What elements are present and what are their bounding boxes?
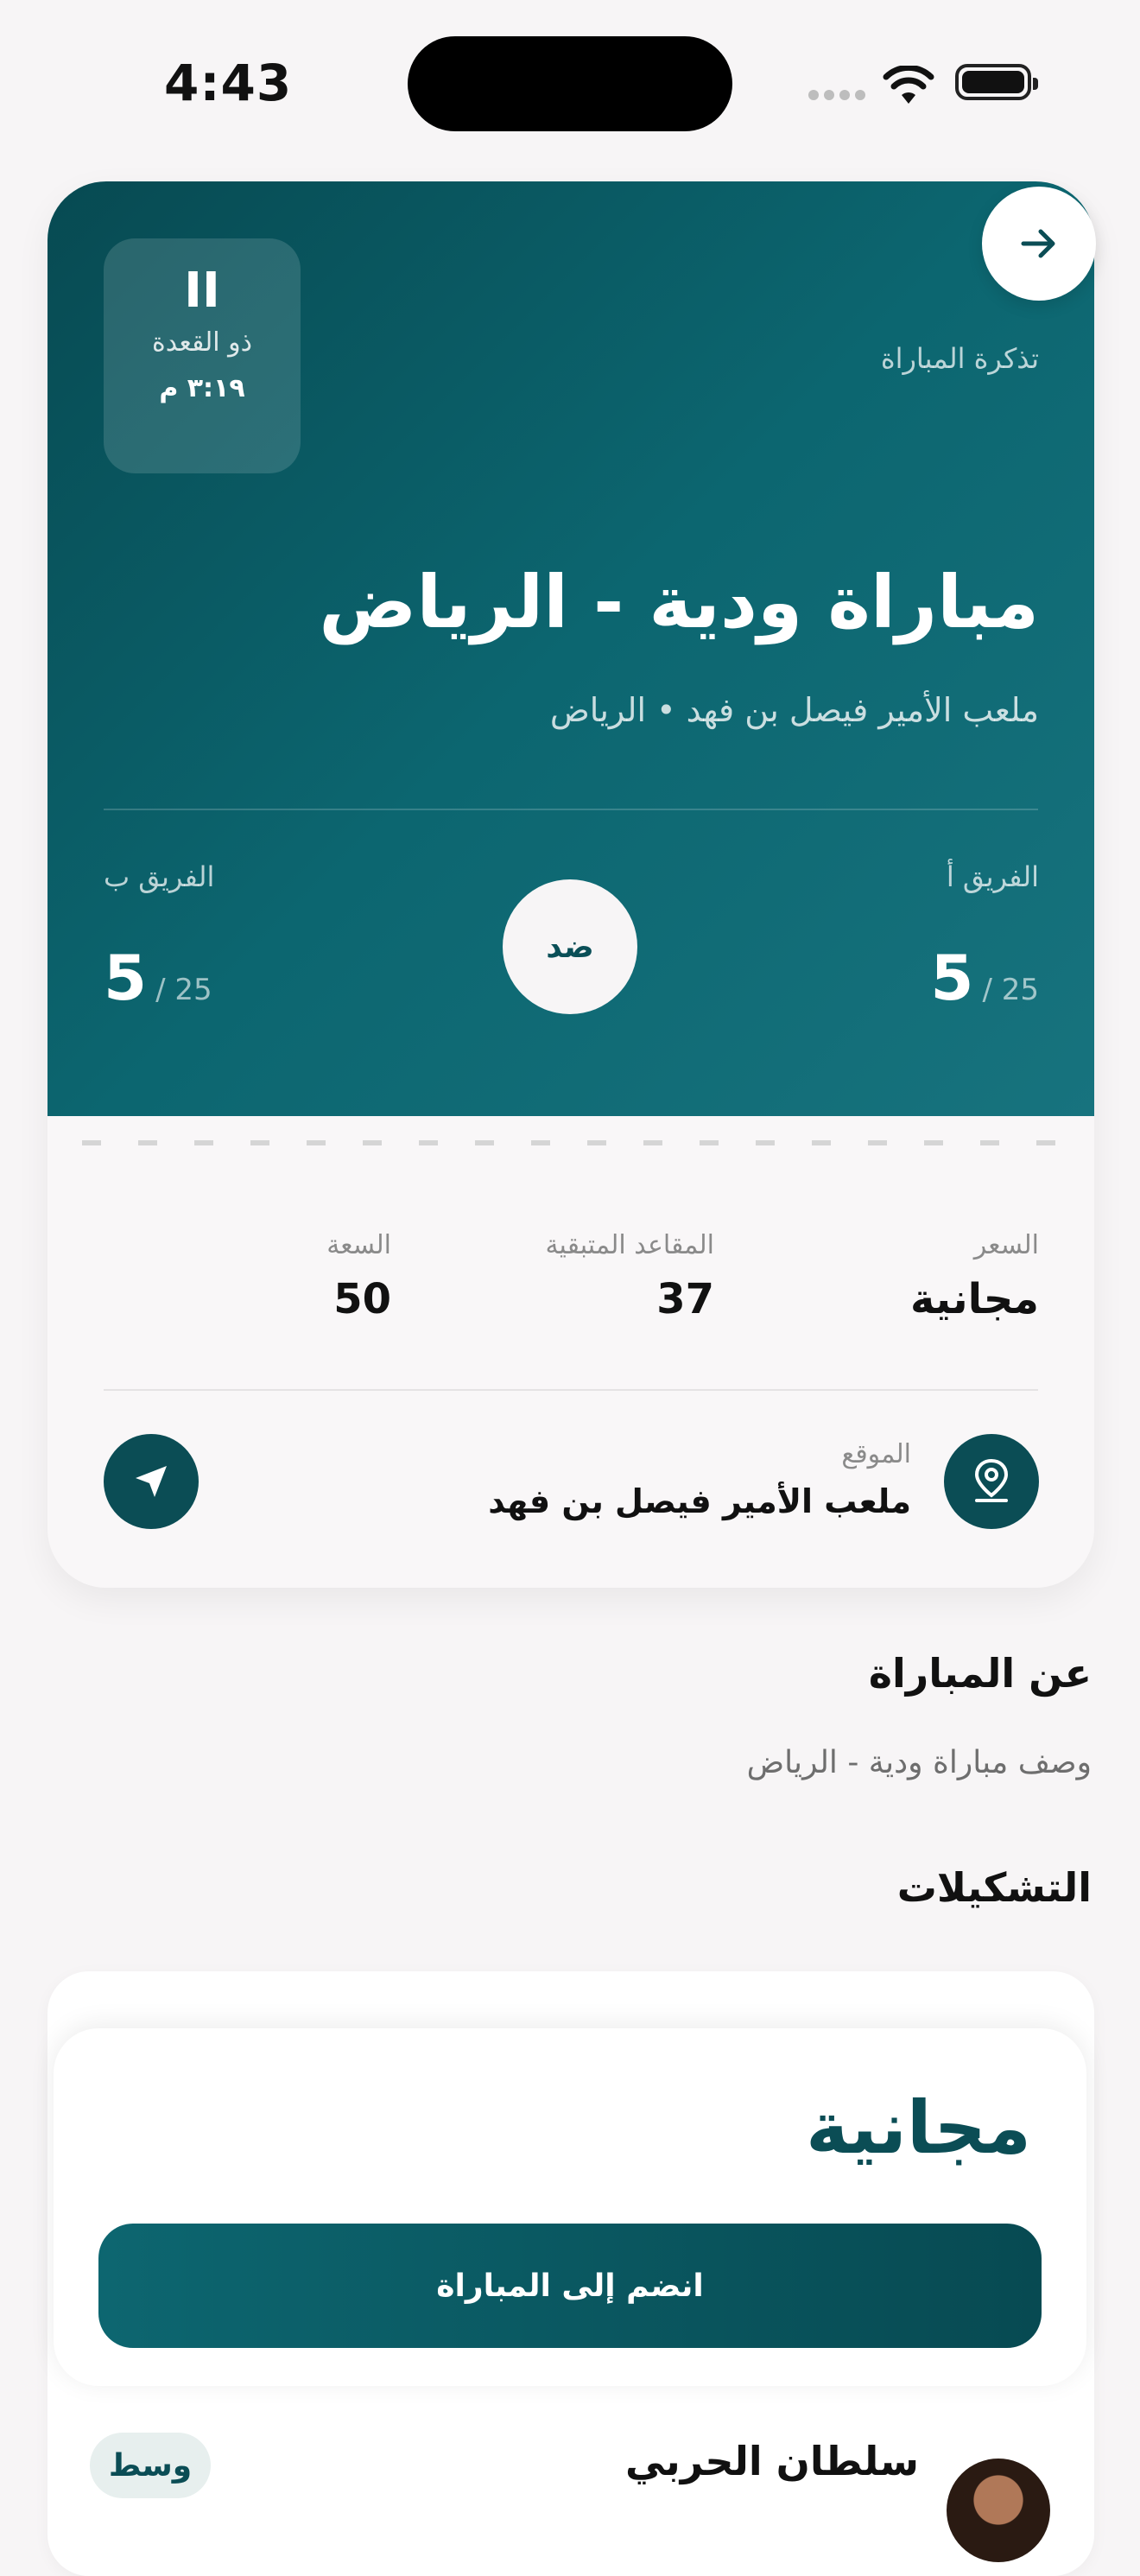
- capacity-value: 50: [333, 1275, 391, 1323]
- about-section-title: عن المباراة: [868, 1650, 1092, 1697]
- team-b-max: / 25: [155, 973, 212, 1007]
- match-title: مباراة ودية - الرياض: [319, 560, 1039, 644]
- date-month: ذو القعدة: [152, 327, 252, 358]
- match-ticket-card: II ذو القعدة ٣:١٩ م تذكرة المباراة مبارا…: [48, 181, 1094, 1588]
- team-a-count: 5 / 25: [930, 942, 1039, 1014]
- location-value: ملعب الأمير فيصل بن فهد: [488, 1482, 911, 1520]
- versus-badge: ضد: [503, 879, 637, 1014]
- location-pin-icon: [944, 1434, 1039, 1529]
- join-match-button[interactable]: انضم إلى المباراة: [98, 2224, 1042, 2348]
- team-b-players: 5: [104, 942, 148, 1014]
- team-b-count: 5 / 25: [104, 942, 212, 1014]
- match-venue-subtitle: ملعب الأمير فيصل بن فهد • الرياض: [549, 691, 1039, 729]
- lineups-section-title: التشكيلات: [896, 1864, 1092, 1911]
- ticket-label: تذكرة المباراة: [880, 342, 1039, 375]
- price-value: مجانية: [909, 1275, 1039, 1323]
- remaining-seats-label: المقاعد المتبقية: [545, 1230, 714, 1260]
- forward-button[interactable]: [982, 187, 1096, 301]
- status-time: 4:43: [164, 54, 293, 112]
- hero-divider: [104, 809, 1038, 810]
- navigate-button[interactable]: [104, 1434, 199, 1529]
- player-avatar: [947, 2459, 1050, 2562]
- battery-icon: [955, 64, 1038, 100]
- player-position-badge: وسط: [90, 2433, 211, 2498]
- dynamic-island: [408, 36, 732, 131]
- capacity-label: السعة: [326, 1230, 391, 1260]
- wifi-icon: [883, 66, 934, 104]
- stats-divider: [104, 1389, 1038, 1391]
- team-a-label: الفريق أ: [946, 860, 1039, 893]
- ticket-hero: II ذو القعدة ٣:١٩ م تذكرة المباراة مبارا…: [48, 181, 1094, 1116]
- date-day: II: [184, 263, 220, 319]
- navigation-arrow-icon: [136, 1466, 167, 1497]
- join-bottom-sheet: مجانية انضم إلى المباراة: [54, 2028, 1086, 2386]
- team-a-players: 5: [930, 942, 974, 1014]
- ticket-perforation: [82, 1140, 1060, 1145]
- price-label: السعر: [973, 1230, 1039, 1260]
- date-time: ٣:١٩ م: [159, 373, 245, 403]
- sheet-price: مجانية: [806, 2085, 1031, 2170]
- date-badge: II ذو القعدة ٣:١٩ م: [104, 238, 301, 473]
- arrow-right-icon: [1021, 229, 1055, 258]
- location-label: الموقع: [841, 1439, 911, 1469]
- team-a-max: / 25: [982, 973, 1039, 1007]
- remaining-seats-value: 37: [656, 1275, 714, 1323]
- about-description: وصف مباراة ودية - الرياض: [746, 1745, 1092, 1780]
- cellular-signal-icon: [808, 90, 865, 100]
- team-b-label: الفريق ب: [104, 860, 215, 893]
